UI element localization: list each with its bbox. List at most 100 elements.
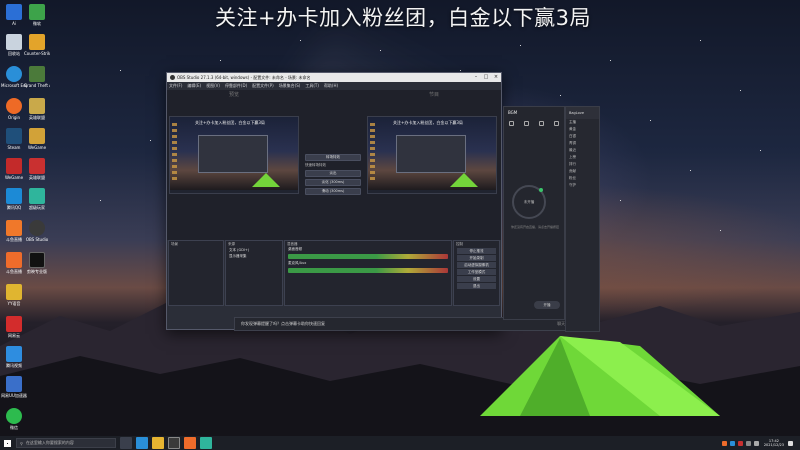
obs-title-bar[interactable]: OBS Studio 27.1.3 (64-bit, windows) - 配置… (167, 73, 501, 82)
yy-icon (6, 284, 22, 300)
desktop-icon[interactable]: Counter-Strike: Global Off... (24, 34, 50, 56)
douyu-icon (6, 220, 22, 236)
search-icon: ⚲ (20, 440, 23, 446)
menu-tools[interactable]: 工具(T) (305, 83, 319, 89)
desktop-icon[interactable]: YY语音 (1, 284, 27, 306)
assistant-hint: 你还没有开启直播，请点击开播按钮 (510, 225, 559, 229)
player-icon (29, 188, 45, 204)
desktop-icon[interactable]: 腾讯视频 (1, 346, 27, 368)
transition-button[interactable]: 转场特效 (305, 154, 361, 161)
source-label: 文本 (GDI+) (229, 247, 250, 252)
tray-app-icon[interactable] (721, 440, 727, 446)
studio-mode-button[interactable]: 工作室模式 (457, 269, 496, 275)
stream-banner-text: 关注+办卡加入粉丝团，白金以下赢3局 (215, 6, 591, 30)
task-view-icon[interactable] (120, 437, 132, 449)
tray-app-icon[interactable] (729, 440, 735, 446)
maximize-icon[interactable]: □ (481, 73, 491, 82)
obs-taskbar-icon[interactable] (168, 437, 180, 449)
windows-logo-icon (3, 439, 11, 447)
desktop-icon[interactable]: OBS Studio (24, 220, 50, 242)
menu-profile[interactable]: 配置文件(P) (252, 83, 274, 89)
desktop-icon[interactable]: 英雄联盟 (24, 158, 50, 180)
ranking-line: 上榜 (569, 155, 576, 159)
close-icon[interactable]: × (491, 73, 501, 82)
desktop-icon[interactable]: 网易UU加速器 (1, 376, 27, 398)
status-dot-icon (539, 188, 543, 192)
copy-icon[interactable] (509, 120, 514, 126)
desktop-icon-label: Grand Theft Auto V (24, 83, 50, 88)
volume-icon[interactable] (753, 440, 759, 446)
gift-icon[interactable] (539, 120, 544, 126)
desktop-icon[interactable]: 剪映专业版 (24, 252, 50, 274)
tray-app-icon[interactable] (737, 440, 743, 446)
notification-icon[interactable] (788, 440, 793, 446)
share-icon[interactable] (554, 120, 559, 126)
clock-date: 2021/12/23 (763, 443, 784, 447)
qq-icon (6, 188, 22, 204)
video-icon (6, 346, 22, 362)
taskbar-clock[interactable]: 17:42 2021/12/23 (764, 439, 784, 447)
desktop-icon-label: Counter-Strike: Global Off... (24, 51, 50, 56)
app-taskbar-icon[interactable] (200, 437, 212, 449)
desktop-icon[interactable]: Grand Theft Auto V (24, 66, 50, 88)
desktop-icon-label: 腾讯视频 (6, 363, 22, 368)
edge-taskbar-icon[interactable] (136, 437, 148, 449)
desktop-icon[interactable]: 微信 (1, 408, 27, 430)
network-icon[interactable] (745, 440, 751, 446)
menu-edit[interactable]: 编辑(E) (187, 83, 201, 89)
menu-docks[interactable]: 停靠部件(D) (225, 83, 247, 89)
go-live-button[interactable]: 开播 (534, 301, 560, 309)
chat-icon[interactable] (524, 120, 529, 126)
assistant-title: BGM (508, 109, 518, 115)
assistant-toolbar (504, 117, 564, 129)
menu-view[interactable]: 视图(V) (206, 83, 220, 89)
transition-slide-300[interactable]: 滑动 (300ms) (305, 188, 361, 195)
obs-window[interactable]: OBS Studio 27.1.3 (64-bit, windows) - 配置… (166, 72, 502, 330)
source-label: 显示器采集 (229, 253, 247, 258)
scenes-dock: 场景 (168, 240, 224, 306)
settings-button[interactable]: 设置 (457, 276, 496, 282)
taskbar-search-box[interactable]: ⚲ 在这里输入你要搜索的内容 (16, 438, 116, 448)
transition-fade[interactable]: 淡出 (305, 170, 361, 177)
explorer-icon[interactable] (152, 437, 164, 449)
desktop-icon[interactable]: WeGame (24, 128, 50, 150)
csgo-icon (29, 34, 45, 50)
search-placeholder: 在这里输入你要搜索的内容 (25, 440, 74, 445)
menu-file[interactable]: 文件(F) (169, 83, 182, 89)
ranking-panel[interactable]: BagLove 主播 黄金 白银 青铜 最近 上榜 排行 贡献 粉丝 守护 (565, 106, 600, 332)
desktop-icon[interactable]: 网易云 (1, 316, 27, 338)
audio-meter[interactable] (288, 254, 448, 259)
origin-icon (6, 98, 22, 114)
transition-fade-300[interactable]: 淡化 (300ms) (305, 179, 361, 186)
desktop-icon-area: Ai 微软 回收站 Counter-Strike: Global Off... … (0, 0, 60, 436)
preview-label: 预览 (229, 92, 240, 98)
douyu-taskbar-icon[interactable] (184, 437, 196, 449)
sources-dock: 来源 文本 (GDI+) 显示器采集 (225, 240, 283, 306)
gta-icon (29, 66, 45, 82)
menu-help[interactable]: 帮助(H) (324, 83, 338, 89)
minimize-icon[interactable]: – (471, 73, 481, 82)
ranking-header: BagLove (566, 107, 599, 119)
live-assistant-panel[interactable]: BGM 未开播 你还没有开启直播，请点击开播按钮 开播 (503, 106, 565, 320)
desktop-icon[interactable]: 微软 (24, 4, 50, 26)
preview-canvas[interactable]: 关注+办卡加入粉丝团，白金以下赢3局 (169, 116, 299, 194)
mixer-track-label: 桌面音频 (288, 247, 302, 251)
netease-icon (6, 316, 22, 332)
start-recording-button[interactable]: 开始录制 (457, 255, 496, 261)
source-item[interactable]: 显示器采集 (226, 253, 282, 259)
start-button[interactable] (0, 436, 14, 450)
jianying-icon (29, 252, 45, 268)
exit-button[interactable]: 退出 (457, 283, 496, 289)
quick-transition-label: 快速转场特效 (305, 163, 326, 167)
desktop-icon-label: 剪映专业版 (27, 269, 47, 274)
virtual-camera-button[interactable]: 启动虚拟摄像机 (457, 262, 496, 268)
menu-scene-collection[interactable]: 场景集合(S) (279, 83, 301, 89)
ranking-line: 主播 (569, 120, 576, 124)
mixer-track-label: 麦克风/Aux (288, 261, 307, 265)
desktop-icon[interactable]: 超级玩家 (24, 188, 50, 210)
stop-streaming-button[interactable]: 停止推流 (457, 248, 496, 254)
ranking-line: 黄金 (569, 127, 576, 131)
ranking-line: 排行 (569, 162, 576, 166)
desktop-icon[interactable]: 英雄联盟 (24, 98, 50, 120)
audio-meter[interactable] (288, 268, 448, 273)
